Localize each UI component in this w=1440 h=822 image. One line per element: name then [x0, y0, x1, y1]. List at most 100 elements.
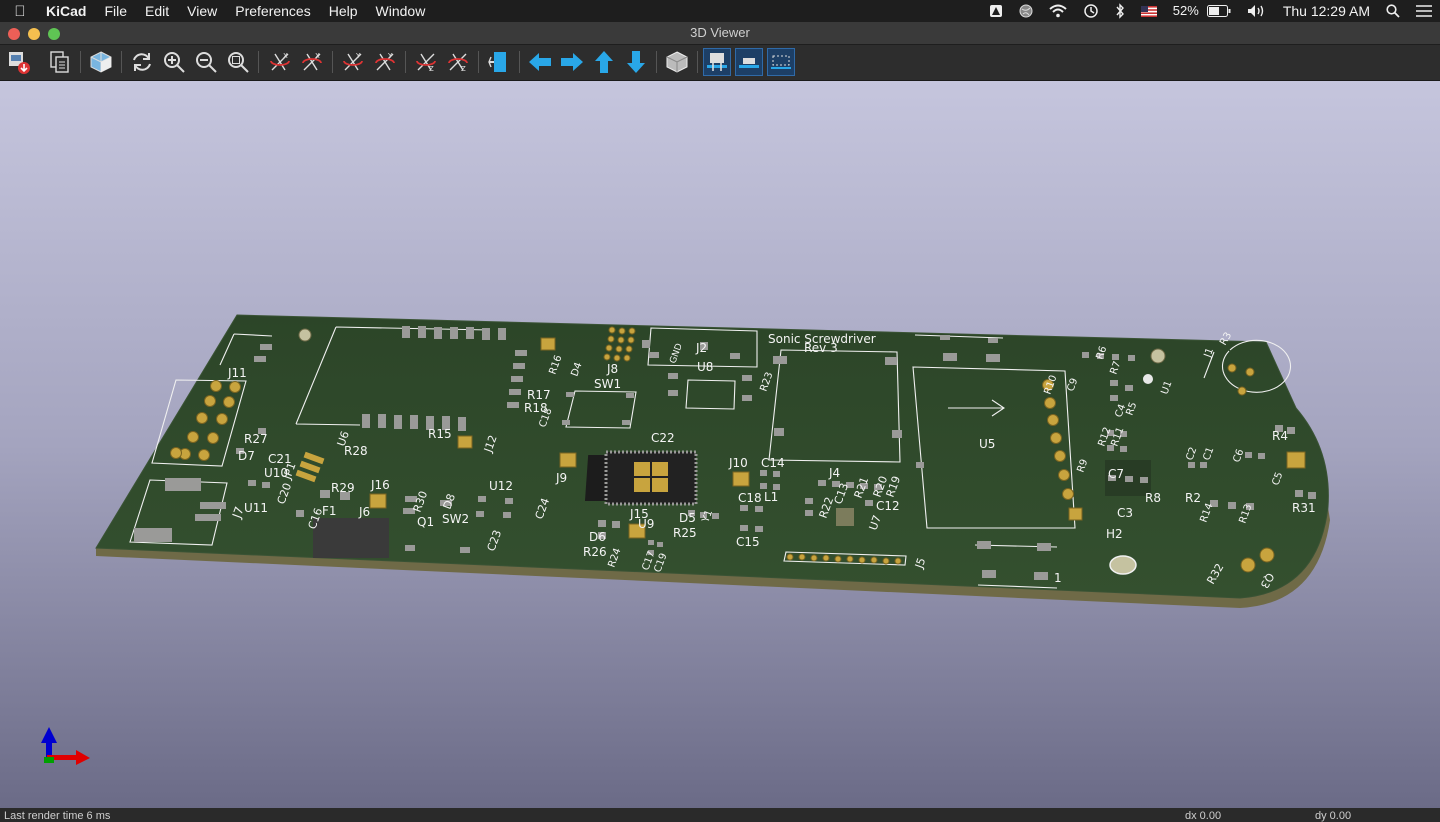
input-source-flag-icon[interactable] [1133, 5, 1165, 17]
ortho-icon[interactable] [663, 48, 691, 76]
render-footprint-tht-icon[interactable] [703, 48, 731, 76]
board-cube-icon[interactable] [87, 48, 115, 76]
board-revision: Rev 3 [804, 341, 838, 355]
ref-j4: J4 [828, 466, 840, 480]
ref-u8: U8 [697, 360, 713, 374]
ref-1: 1 [1054, 571, 1062, 585]
volume-icon[interactable] [1239, 4, 1275, 18]
ref-q1: Q1 [417, 515, 434, 529]
ref-h2: H2 [1106, 527, 1123, 541]
pan-right-icon[interactable] [558, 48, 586, 76]
pan-down-icon[interactable] [622, 48, 650, 76]
viewer-toolbar: X X Y Y Z Z [0, 45, 1440, 81]
ref-r2: R2 [1185, 491, 1201, 505]
svg-text:X: X [315, 52, 320, 60]
wifi-icon[interactable] [1041, 4, 1075, 18]
ref-d5: D5 [679, 511, 696, 525]
svg-text:Z: Z [461, 65, 466, 73]
reload-icon[interactable] [128, 48, 156, 76]
menu-preferences[interactable]: Preferences [226, 0, 319, 22]
ref-r28: R28 [344, 444, 368, 458]
rotate-z-ccw-icon[interactable]: Z [444, 48, 472, 76]
rotate-x-cw-icon[interactable]: X [266, 48, 294, 76]
ref-j9: J9 [555, 471, 567, 485]
ref-d6: D6 [589, 530, 606, 544]
ref-r15: R15 [428, 427, 452, 441]
render-footprint-virtual-icon[interactable] [767, 48, 795, 76]
time-machine-icon[interactable] [1075, 3, 1107, 19]
3d-viewport[interactable]: Sonic Screwdriver Rev 3 J11 J7 D7 R27 C2… [0, 81, 1440, 808]
ref-j10: J10 [728, 456, 748, 470]
ref-u12: U12 [489, 479, 513, 493]
svg-text:Z: Z [429, 65, 434, 73]
ref-r26: R26 [583, 545, 607, 559]
ref-j8: J8 [606, 362, 618, 376]
rotate-x-ccw-icon[interactable]: X [298, 48, 326, 76]
ref-j16: J16 [370, 478, 390, 492]
zoom-in-icon[interactable] [160, 48, 188, 76]
battery-percent: 52% [1172, 3, 1199, 18]
ref-u5: U5 [979, 437, 995, 451]
ref-c14: C14 [761, 456, 785, 470]
ref-u9: U9 [638, 517, 654, 531]
ref-r29: R29 [331, 481, 355, 495]
menu-window[interactable]: Window [367, 0, 435, 22]
app-menu[interactable]: KiCad [40, 3, 95, 19]
render-time-label: Last render time 6 ms [4, 810, 111, 822]
pan-up-icon[interactable] [590, 48, 618, 76]
status-bar: Last render time 6 ms dx 0.00 dy 0.00 [0, 808, 1440, 822]
window-title: 3D Viewer [690, 25, 750, 40]
drive-icon[interactable] [981, 4, 1011, 18]
export-icon[interactable] [5, 48, 33, 76]
rotate-y-cw-icon[interactable]: Y [339, 48, 367, 76]
apple-menu-icon[interactable]:  [0, 3, 40, 20]
ref-j11: J11 [227, 366, 247, 380]
qfp-ic [604, 450, 698, 506]
ref-d7: D7 [238, 449, 255, 463]
pan-left-icon[interactable] [526, 48, 554, 76]
menu-help[interactable]: Help [320, 0, 367, 22]
ref-r31: R31 [1292, 501, 1316, 515]
menu-file[interactable]: File [95, 0, 136, 22]
window-titlebar[interactable]: 3D Viewer [0, 22, 1440, 45]
ref-r4: R4 [1272, 429, 1288, 443]
zoom-out-icon[interactable] [192, 48, 220, 76]
dx-readout: dx 0.00 [1185, 810, 1222, 822]
ref-c12: C12 [876, 499, 900, 513]
ref-r17: R17 [527, 388, 551, 402]
svg-text:Y: Y [387, 52, 393, 60]
ref-j2: J2 [695, 341, 707, 355]
ref-r27: R27 [244, 432, 268, 446]
notification-center-icon[interactable] [1408, 5, 1440, 17]
menubar-clock[interactable]: Thu 12:29 AM [1275, 0, 1378, 22]
spotlight-search-icon[interactable] [1378, 4, 1408, 18]
ref-j6: J6 [358, 505, 370, 519]
menu-view[interactable]: View [178, 0, 226, 22]
svg-text:Y: Y [355, 52, 361, 60]
pcb-board-render[interactable]: Sonic Screwdriver Rev 3 J11 J7 D7 R27 C2… [0, 81, 1440, 808]
ref-c18: C18 [738, 491, 762, 505]
globe-icon[interactable] [1011, 4, 1041, 18]
svg-text:X: X [283, 52, 288, 60]
copy-icon[interactable] [46, 48, 74, 76]
axis-orientation-gizmo [41, 727, 90, 765]
ref-c15: C15 [736, 535, 760, 549]
ref-r25: R25 [673, 526, 697, 540]
flip-board-icon[interactable] [485, 48, 513, 76]
menu-edit[interactable]: Edit [136, 0, 178, 22]
ref-c3: C3 [1117, 506, 1133, 520]
render-footprint-smd-icon[interactable] [735, 48, 763, 76]
ref-f1: F1 [322, 504, 337, 518]
ref-c7: C7 [1108, 467, 1124, 481]
rotate-z-cw-icon[interactable]: Z [412, 48, 440, 76]
ref-l1: L1 [764, 490, 778, 504]
dy-readout: dy 0.00 [1315, 810, 1352, 822]
bluetooth-icon[interactable] [1107, 3, 1133, 19]
battery-icon[interactable] [1206, 5, 1239, 17]
rotate-y-ccw-icon[interactable]: Y [371, 48, 399, 76]
ref-r8: R8 [1145, 491, 1161, 505]
mac-menubar:  KiCad File Edit View Preferences Help … [0, 0, 1440, 22]
ref-sw2: SW2 [442, 512, 469, 526]
zoom-fit-icon[interactable] [224, 48, 252, 76]
ref-c22: C22 [651, 431, 675, 445]
